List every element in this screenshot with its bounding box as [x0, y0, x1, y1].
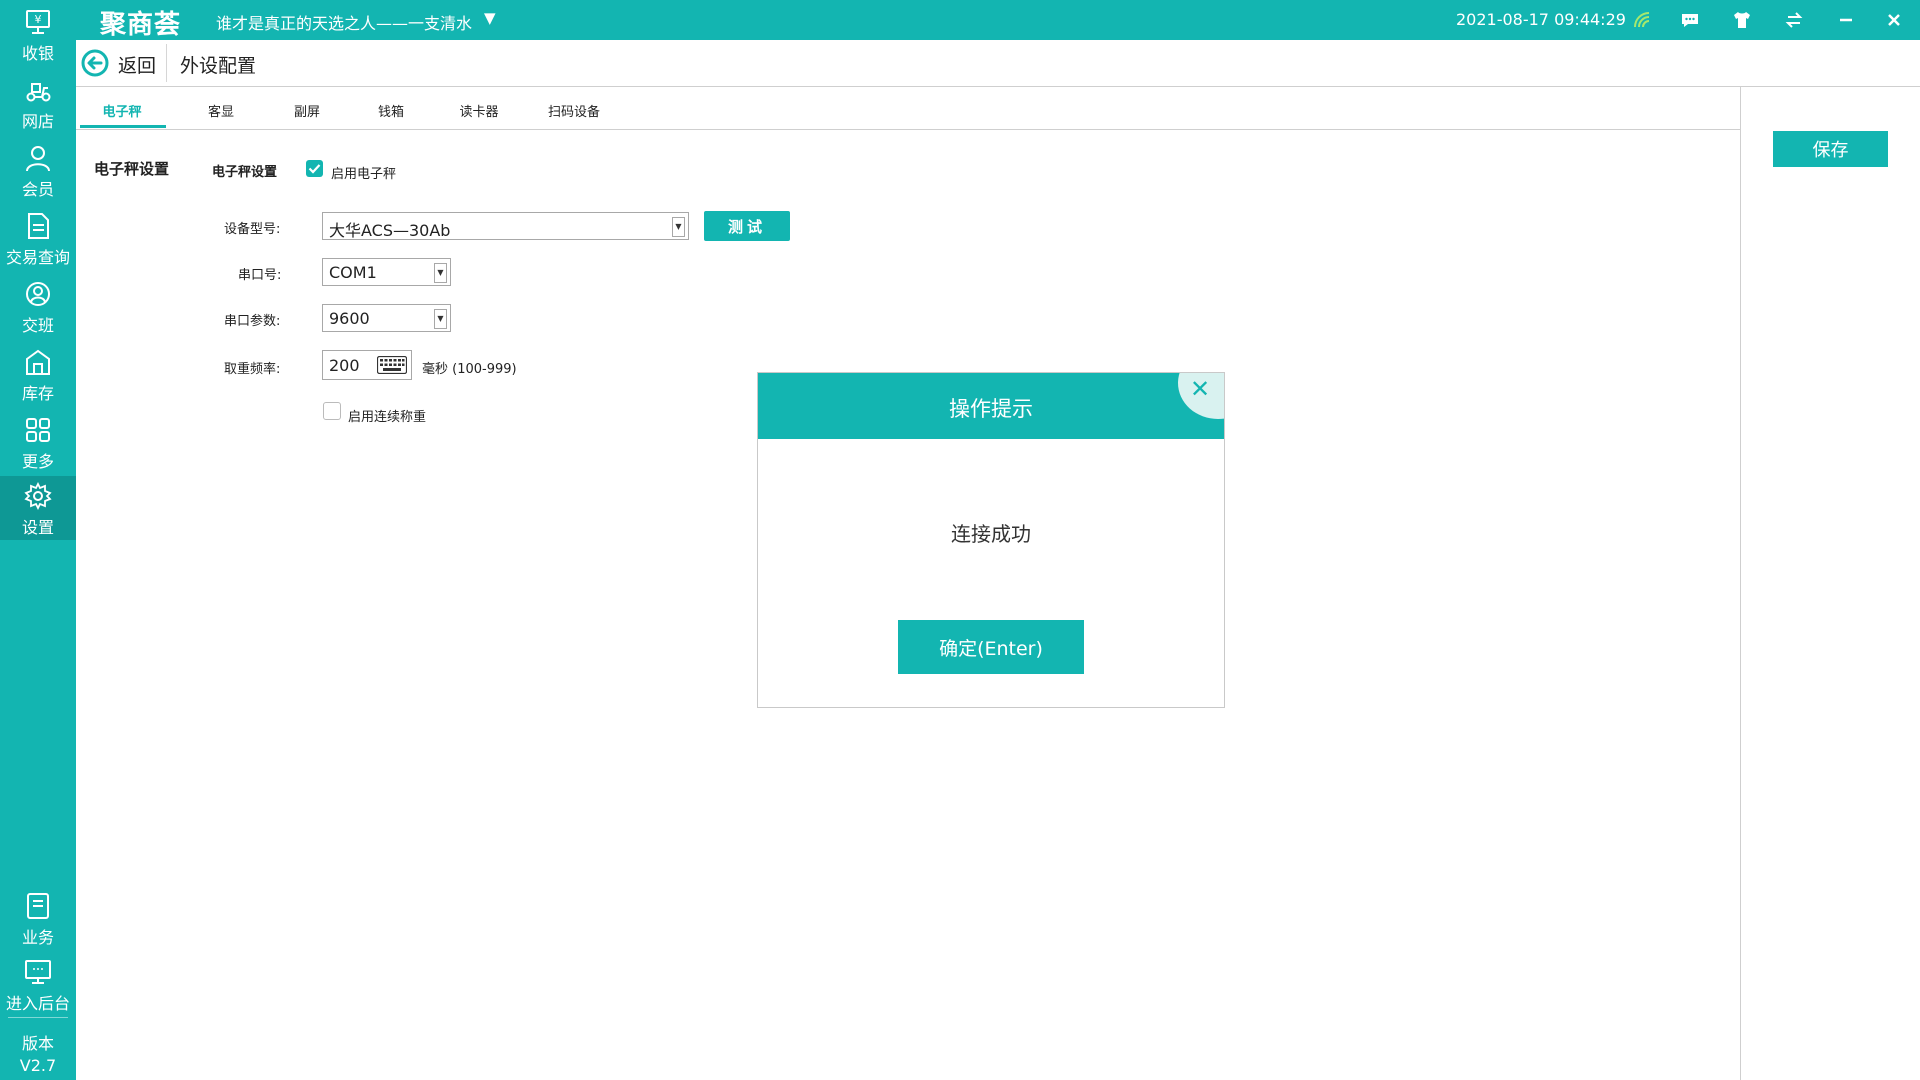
network-signal-icon[interactable]: [1626, 4, 1658, 36]
sidebar-item-label: 库存: [21, 384, 54, 403]
save-button[interactable]: 保存: [1773, 131, 1888, 167]
dropdown-arrow-icon[interactable]: ▼: [434, 263, 447, 283]
params-select[interactable]: 9600 ▼: [322, 304, 451, 332]
page-title: 外设配置: [180, 55, 257, 77]
version-number: V2.7: [19, 1056, 57, 1075]
version-info: 版本 V2.7: [0, 1033, 76, 1077]
sidebar-item-inventory[interactable]: 库存: [0, 342, 76, 408]
header-separator: [166, 44, 167, 82]
device-model-value: 大华ACS—30Ab: [329, 221, 451, 240]
back-arrow-icon[interactable]: [81, 49, 109, 77]
active-tab-indicator: [80, 125, 166, 128]
sidebar-item-settings[interactable]: 设置: [0, 476, 76, 540]
keyboard-icon[interactable]: [377, 356, 407, 374]
freq-unit-hint: 毫秒 (100-999): [422, 362, 517, 377]
sidebar-item-cashier[interactable]: ¥ 收银: [0, 2, 76, 68]
skin-shirt-icon[interactable]: [1726, 4, 1758, 36]
message-icon[interactable]: [1674, 4, 1706, 36]
sidebar-item-label: 业务: [21, 928, 54, 947]
sidebar-item-label: 设置: [21, 518, 54, 537]
gear-icon: [24, 482, 52, 510]
cashier-icon: ¥: [26, 10, 50, 34]
sidebar-item-label: 网店: [21, 112, 54, 131]
device-model-label: 设备型号:: [224, 222, 281, 237]
enable-scale-checkbox[interactable]: [306, 160, 323, 177]
document-icon: [28, 213, 49, 239]
panel-divider: [1740, 87, 1741, 1080]
params-value: 9600: [329, 309, 370, 328]
chevron-down-icon[interactable]: ▼: [484, 9, 496, 27]
svg-text:¥: ¥: [35, 13, 42, 26]
minimize-icon[interactable]: [1830, 4, 1862, 36]
dropdown-arrow-icon[interactable]: ▼: [672, 217, 685, 237]
sidebar-item-transactions[interactable]: 交易查询: [0, 206, 76, 272]
checkmark-icon: [308, 164, 321, 174]
sidebar-item-label: 会员: [21, 180, 54, 199]
dialog-title: 操作提示: [949, 397, 1033, 421]
continuous-weighing-label[interactable]: 启用连续称重: [348, 406, 426, 425]
freq-input[interactable]: 200: [322, 350, 412, 380]
sidebar-item-label: 收银: [21, 44, 54, 63]
tab-customer-display[interactable]: 客显: [203, 101, 239, 120]
sidebar-item-more[interactable]: 更多: [0, 410, 76, 476]
test-button[interactable]: 测试: [704, 211, 790, 241]
sidebar: ¥ 收银 网店 会员 交易查询 交班 库存 更多 设置 业务 进入后台 版本 V…: [0, 0, 76, 1080]
page-header: 返回 外设配置: [76, 40, 1920, 87]
port-label: 串口号:: [238, 268, 282, 283]
sidebar-divider: [8, 1017, 68, 1018]
version-label: 版本: [21, 1034, 54, 1053]
continuous-weighing-checkbox[interactable]: [323, 402, 341, 420]
tab-scale[interactable]: 电子秤: [98, 101, 146, 120]
switch-icon[interactable]: [1778, 4, 1810, 36]
book-icon: [27, 893, 49, 919]
monitor-icon: [25, 960, 51, 984]
title-bar: 聚商荟 谁才是真正的天选之人——一支清水 ▼ 2021-08-17 09:44:…: [0, 0, 1920, 40]
sidebar-item-label: 进入后台: [5, 994, 70, 1013]
freq-value: 200: [329, 356, 360, 375]
close-icon[interactable]: [1878, 4, 1910, 36]
enable-scale-label[interactable]: 启用电子秤: [331, 163, 396, 182]
back-button[interactable]: 返回: [118, 51, 156, 78]
handover-icon: [26, 282, 50, 306]
subsection-title: 电子秤设置: [212, 165, 278, 180]
warehouse-icon: [26, 349, 50, 375]
sidebar-item-handover[interactable]: 交班: [0, 274, 76, 340]
sidebar-item-label: 交班: [21, 316, 54, 335]
device-tabs: 电子秤 客显 副屏 钱箱 读卡器 扫码设备: [76, 87, 1741, 130]
app-logo: 聚商荟: [100, 10, 182, 40]
sidebar-item-label: 交易查询: [5, 248, 70, 267]
sidebar-item-member[interactable]: 会员: [0, 138, 76, 204]
operation-dialog: 操作提示 ✕ 连接成功 确定(Enter): [757, 372, 1225, 708]
tab-cash-drawer[interactable]: 钱箱: [373, 101, 409, 120]
close-icon: ✕: [1190, 375, 1211, 403]
sidebar-item-business[interactable]: 业务: [0, 886, 76, 952]
section-title: 电子秤设置: [94, 160, 170, 178]
tab-scanner[interactable]: 扫码设备: [542, 101, 606, 120]
params-label: 串口参数:: [224, 314, 281, 329]
sidebar-item-backend[interactable]: 进入后台: [0, 952, 76, 1018]
scooter-icon: [26, 83, 51, 102]
confirm-button[interactable]: 确定(Enter): [898, 620, 1084, 674]
store-name[interactable]: 谁才是真正的天选之人——一支清水: [216, 10, 472, 34]
datetime: 2021-08-17 09:44:29: [1456, 10, 1626, 29]
grid-icon: [26, 418, 50, 442]
user-icon: [26, 146, 50, 172]
port-value: COM1: [329, 263, 377, 282]
tab-card-reader[interactable]: 读卡器: [454, 101, 504, 120]
dialog-message: 连接成功: [951, 522, 1031, 546]
dropdown-arrow-icon[interactable]: ▼: [434, 309, 447, 329]
device-model-select[interactable]: 大华ACS—30Ab ▼: [322, 212, 689, 240]
port-select[interactable]: COM1 ▼: [322, 258, 451, 286]
sidebar-item-label: 更多: [21, 452, 54, 471]
tab-secondary-screen[interactable]: 副屏: [289, 101, 325, 120]
sidebar-item-online-store[interactable]: 网店: [0, 70, 76, 136]
freq-label: 取重频率:: [224, 362, 281, 377]
